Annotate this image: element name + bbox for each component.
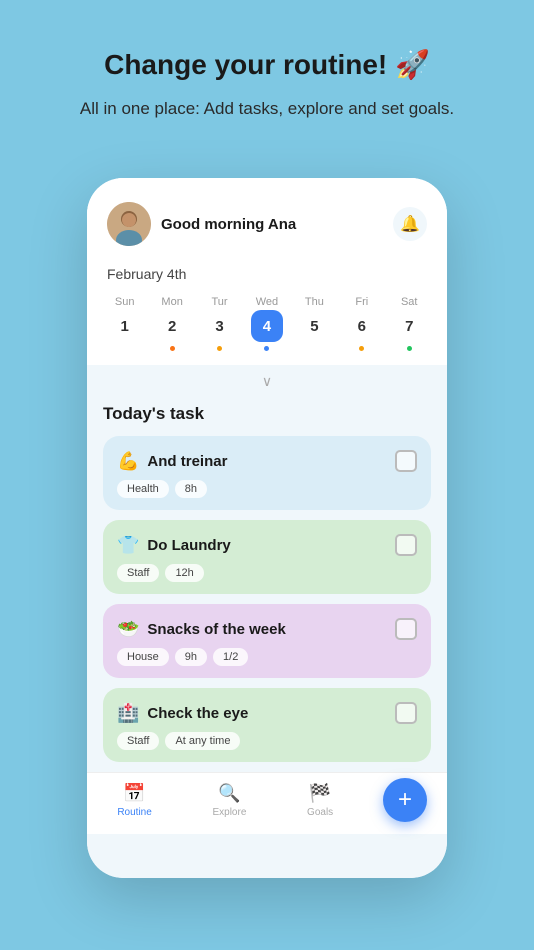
nav-label-explore: Explore [212, 807, 246, 818]
cal-dot [170, 346, 175, 351]
task-emoji: 👕 [117, 535, 139, 556]
cal-day-name: Tur [212, 296, 228, 308]
greeting-text: Good morning Ana [161, 216, 296, 233]
tag-house: House [117, 648, 169, 666]
task-top: 👕 Do Laundry [117, 534, 417, 556]
phone-content: Good morning Ana 🔔 February 4th Sun 1 Mo… [87, 178, 447, 878]
cal-day-num: 1 [109, 310, 141, 342]
calendar-strip: Sun 1 Mon 2 Tur 3 Wed 4 Thu 5 [87, 288, 447, 365]
task-title-row: 💪 And treinar [117, 451, 227, 472]
cal-day-num: 7 [393, 310, 425, 342]
phone-header: Good morning Ana 🔔 [87, 178, 447, 258]
cal-day-num: 6 [346, 310, 378, 342]
cal-day-name: Thu [305, 296, 324, 308]
date-label: February 4th [87, 258, 447, 288]
nav-label-routine: Routine [117, 807, 151, 818]
tag-staff: Staff [117, 732, 159, 750]
task-card[interactable]: 🏥 Check the eye Staff At any time [103, 688, 431, 762]
nav-label-goals: Goals [307, 807, 333, 818]
tasks-section: Today's task 💪 And treinar Health 8h [87, 394, 447, 772]
task-title: Check the eye [147, 705, 248, 722]
tag-8h: 8h [175, 480, 207, 498]
cal-day-name: Mon [161, 296, 182, 308]
task-title: Snacks of the week [147, 621, 285, 638]
tag-9h: 9h [175, 648, 207, 666]
task-title: And treinar [147, 453, 227, 470]
cal-dot [122, 346, 127, 351]
cal-day-tur[interactable]: Tur 3 [202, 296, 238, 351]
task-card[interactable]: 👕 Do Laundry Staff 12h [103, 520, 431, 594]
cal-dot [359, 346, 364, 351]
task-tags: House 9h 1/2 [117, 648, 417, 666]
cal-day-fri[interactable]: Fri 6 [344, 296, 380, 351]
nav-item-explore[interactable]: 🔍 Explore [212, 783, 246, 818]
task-tags: Health 8h [117, 480, 417, 498]
task-card[interactable]: 🥗 Snacks of the week House 9h 1/2 [103, 604, 431, 678]
task-emoji: 💪 [117, 451, 139, 472]
tag-anytime: At any time [165, 732, 240, 750]
tag-12h: 12h [165, 564, 203, 582]
cal-day-name: Sat [401, 296, 418, 308]
cal-day-num: 2 [156, 310, 188, 342]
avatar [107, 202, 151, 246]
task-title-row: 👕 Do Laundry [117, 535, 231, 556]
header-left: Good morning Ana [107, 202, 296, 246]
cal-day-sat[interactable]: Sat 7 [391, 296, 427, 351]
task-checkbox[interactable] [395, 450, 417, 472]
tasks-title: Today's task [103, 404, 431, 424]
task-emoji: 🏥 [117, 703, 139, 724]
task-checkbox[interactable] [395, 702, 417, 724]
tag-staff: Staff [117, 564, 159, 582]
cal-dot [312, 346, 317, 351]
cal-day-num: 5 [298, 310, 330, 342]
explore-icon: 🔍 [218, 783, 240, 804]
cal-dot [264, 346, 269, 351]
task-title: Do Laundry [147, 537, 230, 554]
task-title-row: 🥗 Snacks of the week [117, 619, 286, 640]
task-card[interactable]: 💪 And treinar Health 8h [103, 436, 431, 510]
task-tags: Staff At any time [117, 732, 417, 750]
task-title-row: 🏥 Check the eye [117, 703, 248, 724]
task-emoji: 🥗 [117, 619, 139, 640]
cal-day-mon[interactable]: Mon 2 [154, 296, 190, 351]
hero-title: Change your routine! 🚀 [40, 48, 494, 82]
tag-fraction: 1/2 [213, 648, 248, 666]
cal-day-num-active: 4 [251, 310, 283, 342]
task-top: 🥗 Snacks of the week [117, 618, 417, 640]
cal-dot [217, 346, 222, 351]
task-top: 🏥 Check the eye [117, 702, 417, 724]
cal-day-wed[interactable]: Wed 4 [249, 296, 285, 351]
tag-health: Health [117, 480, 169, 498]
chevron-down-icon: ∨ [262, 373, 272, 390]
task-tags: Staff 12h [117, 564, 417, 582]
chevron-row[interactable]: ∨ [87, 365, 447, 394]
task-top: 💪 And treinar [117, 450, 417, 472]
nav-item-goals[interactable]: 🏁 Goals [307, 783, 333, 818]
phone-frame: Good morning Ana 🔔 February 4th Sun 1 Mo… [87, 178, 447, 878]
cal-day-name: Fri [355, 296, 368, 308]
hero-subtitle: All in one place: Add tasks, explore and… [40, 96, 494, 122]
cal-day-name: Wed [256, 296, 278, 308]
cal-day-thu[interactable]: Thu 5 [296, 296, 332, 351]
bell-icon[interactable]: 🔔 [393, 207, 427, 241]
fab-add-button[interactable]: + [383, 778, 427, 822]
routine-icon: 📅 [123, 783, 145, 804]
nav-item-routine[interactable]: 📅 Routine [117, 783, 151, 818]
cal-day-name: Sun [115, 296, 135, 308]
goals-icon: 🏁 [309, 783, 331, 804]
task-checkbox[interactable] [395, 534, 417, 556]
task-checkbox[interactable] [395, 618, 417, 640]
cal-day-sun[interactable]: Sun 1 [107, 296, 143, 351]
cal-day-num: 3 [204, 310, 236, 342]
cal-dot [407, 346, 412, 351]
